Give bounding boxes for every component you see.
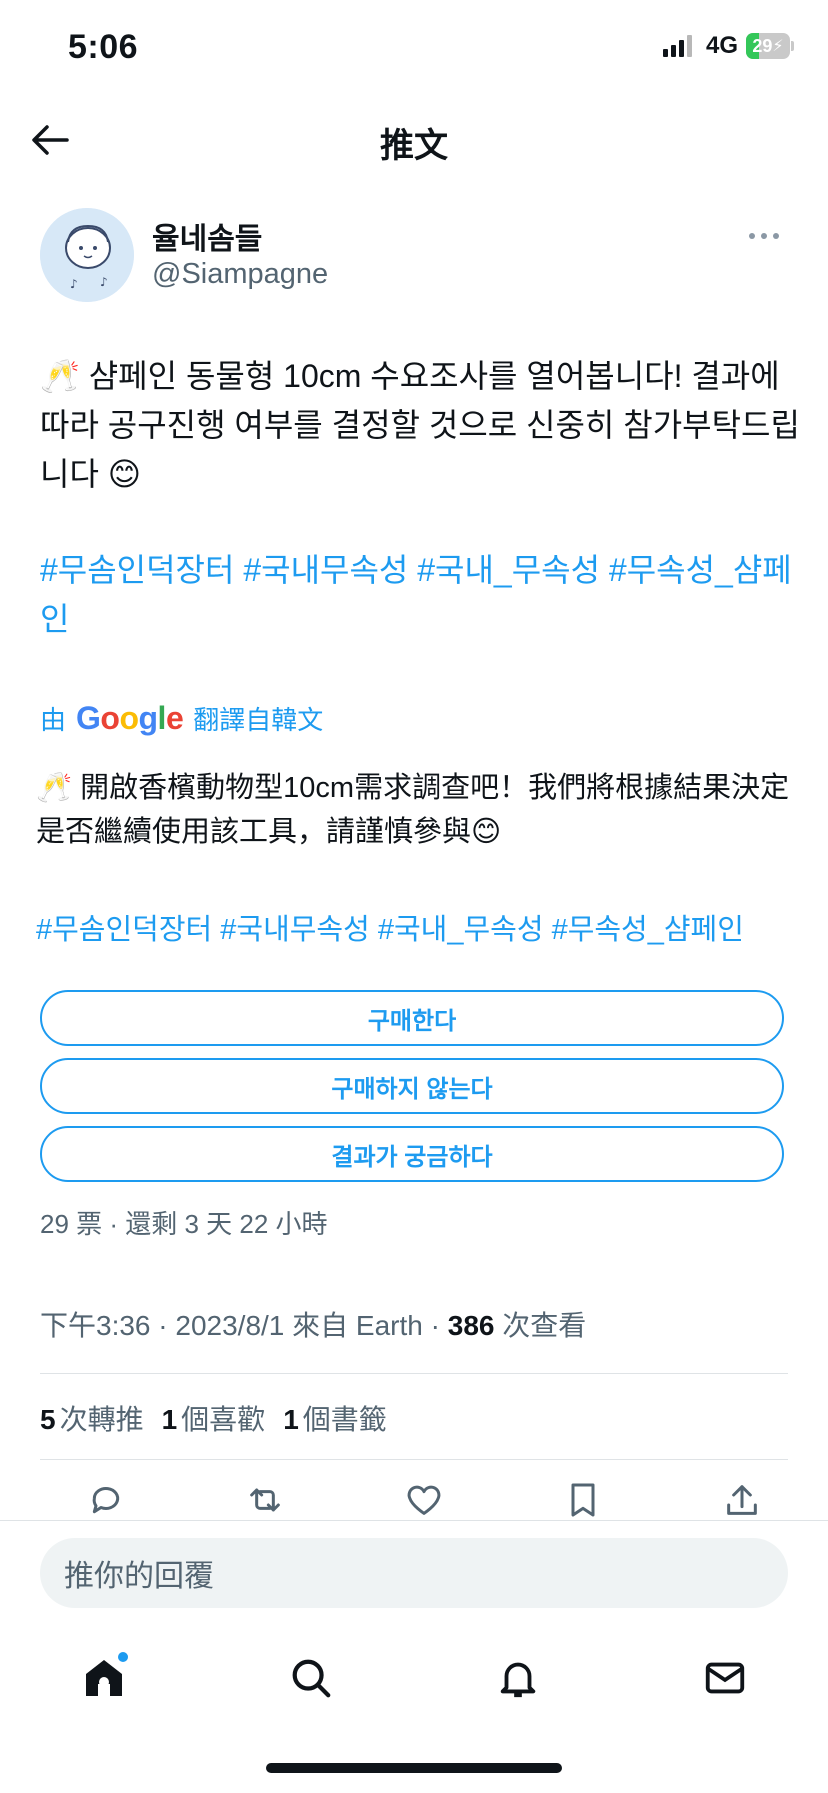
mail-icon [705, 1662, 744, 1694]
retweet-stat[interactable]: 5 次轉推 [40, 1398, 144, 1438]
view-count-label: 次查看 [494, 1310, 587, 1341]
translated-hashtags[interactable]: #무솜인덕장터 #국내무속성 #국내_무속성 #무속성_샴페인 [36, 908, 816, 952]
bookmark-stat[interactable]: 1 個書籤 [283, 1398, 387, 1438]
retweet-icon [250, 1488, 280, 1512]
like-button[interactable] [402, 1478, 446, 1522]
battery-icon: 29 ⚡ [746, 33, 794, 59]
poll-option-curious[interactable]: 결과가 궁금하다 [40, 1126, 784, 1182]
share-button[interactable] [720, 1478, 764, 1522]
retweet-button[interactable] [243, 1478, 287, 1522]
translation-prefix: 由 [40, 705, 67, 735]
like-stat[interactable]: 1 個喜歡 [162, 1398, 266, 1438]
tweet-hashtags[interactable]: #무솜인덕장터 #국내무속성 #국내_무속성 #무속성_샴페인 [40, 546, 800, 644]
like-label: 個喜歡 [181, 1404, 266, 1435]
svg-text:♪: ♪ [70, 277, 78, 291]
more-options-button[interactable] [742, 226, 786, 246]
tweet-text: 🥂 샴페인 동물형 10cm 수요조사를 열어봅니다! 결과에 따라 공구진행 … [40, 358, 800, 492]
tab-bar [0, 1648, 828, 1708]
divider [40, 1459, 788, 1460]
back-button[interactable] [28, 118, 72, 162]
reply-icon [92, 1486, 120, 1514]
translation-attribution[interactable]: 由 Google 翻譯自韓文 [40, 700, 323, 737]
tab-notifications[interactable] [488, 1648, 548, 1708]
heart-icon [407, 1485, 441, 1515]
bookmark-icon [571, 1483, 595, 1517]
like-count: 1 [161, 1404, 178, 1435]
arrow-left-icon [32, 125, 69, 155]
signal-icon [662, 35, 692, 57]
tab-home[interactable] [74, 1648, 134, 1708]
timestamp-text: 下午3:36 · 2023/8/1 來自 Earth · [40, 1310, 448, 1341]
notification-dot [117, 1652, 128, 1662]
retweet-label: 次轉推 [59, 1404, 144, 1435]
bookmark-button[interactable] [561, 1478, 605, 1522]
google-logo: Google [76, 700, 184, 736]
svg-text:♪: ♪ [100, 275, 108, 289]
battery-level: 29 [752, 35, 773, 56]
bell-icon [500, 1662, 535, 1698]
avatar[interactable]: ♪ ♪ [40, 208, 134, 302]
translation-source: 翻譯自韓文 [193, 705, 324, 735]
bookmark-count: 1 [283, 1404, 299, 1435]
author-handle[interactable]: @Siampagne [152, 258, 328, 291]
reply-button[interactable] [84, 1478, 128, 1522]
tweet-timestamp: 下午3:36 · 2023/8/1 來自 Earth · 386 次查看 [40, 1304, 586, 1344]
home-indicator [266, 1763, 562, 1773]
divider [40, 1373, 788, 1374]
author-name[interactable]: 율네솜들 [152, 214, 262, 258]
poll-option-buy[interactable]: 구매한다 [40, 990, 784, 1046]
ellipsis-icon [749, 233, 779, 239]
tweet-actions [84, 1478, 764, 1522]
retweet-count: 5 [40, 1404, 56, 1435]
tab-search[interactable] [281, 1648, 341, 1708]
status-indicators: 4G 29 ⚡ [662, 32, 794, 60]
avatar-illustration-icon: ♪ ♪ [40, 208, 134, 302]
poll-option-not-buy[interactable]: 구매하지 않는다 [40, 1058, 784, 1114]
status-time: 5:06 [68, 28, 139, 66]
engagement-stats: 5 次轉推 1 個喜歡 1 個書籤 [40, 1398, 387, 1438]
translated-text: 🥂 開啟香檳動物型10cm需求調查吧！我們將根據結果決定是否繼續使用該工具，請謹… [36, 772, 790, 848]
view-count: 386 [447, 1310, 495, 1341]
reply-input[interactable]: 推你的回覆 [40, 1538, 788, 1608]
share-icon [727, 1485, 757, 1515]
page-title: 推文 [380, 127, 448, 165]
bookmark-label: 個書籤 [302, 1404, 387, 1435]
tab-messages[interactable] [695, 1648, 755, 1708]
search-icon [292, 1659, 330, 1698]
poll-meta: 29 票 · 還剩 3 天 22 小時 [40, 1209, 328, 1239]
network-type: 4G [705, 32, 738, 59]
